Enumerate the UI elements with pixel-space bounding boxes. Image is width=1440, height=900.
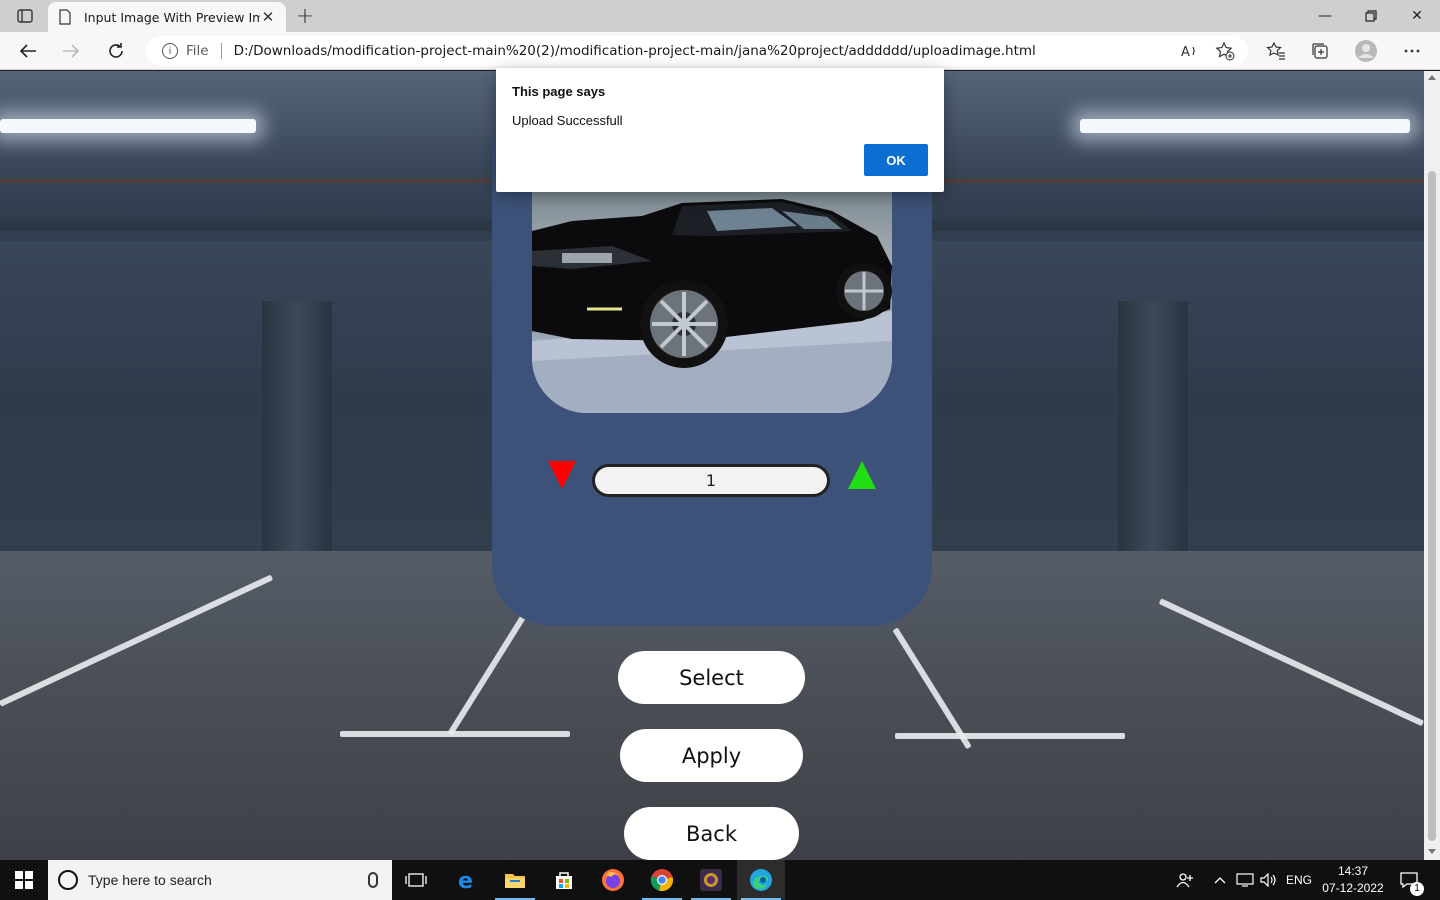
- back-button[interactable]: Back: [624, 807, 799, 860]
- ceiling-light-left: [0, 119, 256, 133]
- store-icon[interactable]: [540, 860, 588, 900]
- collections-icon[interactable]: [1308, 39, 1332, 63]
- pipe-right: [940, 179, 1424, 183]
- restore-icon[interactable]: [1348, 0, 1394, 32]
- taskbar: Type here to search e ENG 14:37 07-12-20…: [0, 860, 1440, 900]
- profile-icon[interactable]: [1354, 39, 1378, 63]
- search-placeholder: Type here to search: [88, 872, 212, 888]
- pillar-right: [1118, 301, 1188, 561]
- microphone-icon[interactable]: [368, 872, 378, 888]
- alert-dialog: This page says Upload Successfull OK: [496, 68, 944, 192]
- clock-date: 07-12-2022: [1322, 881, 1384, 895]
- select-button[interactable]: Select: [618, 651, 805, 704]
- info-icon[interactable]: i: [162, 43, 178, 59]
- firefox-icon[interactable]: [589, 860, 637, 900]
- scroll-up-icon[interactable]: [1428, 75, 1436, 80]
- notification-center-icon[interactable]: 1: [1394, 860, 1424, 900]
- ceiling-light-right: [1080, 119, 1410, 133]
- url-field[interactable]: i File D:/Downloads/modification-project…: [146, 36, 1248, 66]
- parking-line-2: [340, 731, 570, 737]
- quantity-stepper: 1: [538, 459, 888, 505]
- people-icon[interactable]: [1172, 860, 1198, 900]
- increase-arrow-icon[interactable]: [848, 461, 876, 489]
- document-icon: [59, 9, 71, 25]
- quantity-field[interactable]: 1: [592, 464, 830, 497]
- pillar-left: [262, 301, 332, 561]
- edge-legacy-icon[interactable]: e: [443, 860, 491, 900]
- clock-time: 14:37: [1337, 864, 1369, 878]
- svg-text:A: A: [1181, 45, 1190, 59]
- notification-count-badge: 1: [1410, 882, 1424, 896]
- browser-tab[interactable]: Input Image With Preview Image ✕: [48, 2, 286, 32]
- back-arrow-icon[interactable]: [13, 37, 43, 65]
- chevron-up-icon[interactable]: [1210, 860, 1230, 900]
- file-explorer-icon[interactable]: [491, 860, 539, 900]
- apply-button[interactable]: Apply: [620, 729, 803, 782]
- language-indicator[interactable]: ENG: [1284, 860, 1314, 900]
- game-app-icon[interactable]: [687, 860, 735, 900]
- page-scrollbar[interactable]: [1424, 71, 1440, 860]
- pipe-left: [0, 179, 500, 183]
- scroll-down-icon[interactable]: [1428, 849, 1436, 854]
- refresh-icon[interactable]: [101, 37, 131, 65]
- close-window-icon[interactable]: ✕: [1394, 0, 1440, 32]
- url-separator: [220, 43, 222, 59]
- system-clock[interactable]: 14:37 07-12-2022: [1318, 863, 1388, 897]
- sidebar-icon[interactable]: [10, 4, 40, 28]
- tab-strip: Input Image With Preview Image ✕ + — ✕: [0, 0, 1440, 32]
- parking-line-5: [895, 733, 1125, 739]
- taskbar-search[interactable]: Type here to search: [48, 860, 392, 900]
- favorite-add-icon[interactable]: [1215, 41, 1235, 61]
- cortana-icon: [58, 870, 78, 890]
- chrome-icon[interactable]: [638, 860, 686, 900]
- close-icon[interactable]: ✕: [260, 8, 276, 26]
- task-view-icon[interactable]: [392, 860, 440, 900]
- scrollbar-thumb[interactable]: [1428, 171, 1436, 841]
- windows-start-icon[interactable]: [0, 860, 48, 900]
- network-icon[interactable]: [1234, 860, 1256, 900]
- url-scheme-label: File: [186, 43, 209, 59]
- svg-text:e: e: [458, 869, 473, 891]
- favorites-icon[interactable]: [1264, 39, 1288, 63]
- minimize-icon[interactable]: —: [1302, 0, 1348, 32]
- alert-title: This page says: [512, 84, 606, 99]
- forward-arrow-icon[interactable]: [56, 37, 86, 65]
- plus-icon[interactable]: +: [292, 4, 318, 29]
- address-bar-row: i File D:/Downloads/modification-project…: [0, 32, 1440, 70]
- decrease-arrow-icon[interactable]: [548, 461, 576, 489]
- read-aloud-icon[interactable]: A: [1179, 41, 1199, 61]
- more-icon[interactable]: [1400, 39, 1424, 63]
- upload-panel: 1: [492, 139, 932, 626]
- alert-message: Upload Successfull: [512, 113, 623, 128]
- car-preview-image: [532, 191, 892, 413]
- tab-title: Input Image With Preview Image: [84, 9, 260, 25]
- url-text: D:/Downloads/modification-project-main%2…: [233, 43, 1036, 59]
- ok-button[interactable]: OK: [864, 144, 928, 176]
- edge-icon[interactable]: [737, 860, 785, 900]
- volume-icon[interactable]: [1258, 860, 1280, 900]
